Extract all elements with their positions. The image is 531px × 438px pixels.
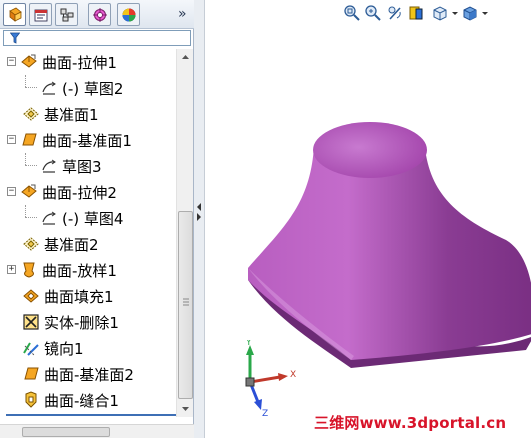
tree-item-surface-extrude-2[interactable]: − 曲面-拉伸2 [0, 179, 176, 205]
watermark-text: 三维网www.3dportal.cn [314, 414, 507, 432]
collapse-toggle[interactable]: − [7, 187, 16, 196]
tree-item-delete-body-1[interactable]: 实体-删除1 [0, 309, 176, 335]
scroll-down-arrow-icon[interactable] [177, 401, 194, 417]
surface-loft-icon [23, 262, 35, 278]
display-style-icon[interactable] [461, 4, 479, 22]
graphics-area[interactable]: Y X Z 三维网www.3dportal.cn [206, 0, 531, 438]
grip-icon [183, 298, 189, 306]
tree-item-sketch-4[interactable]: (-) 草图4 [0, 205, 176, 231]
tree-item-label: 曲面-基准面2 [44, 366, 134, 384]
tree-item-surface-loft-1[interactable]: + 曲面-放样1 [0, 257, 176, 283]
triad-z-label: Z [262, 409, 268, 419]
sketch-icon [42, 159, 56, 173]
tree-item-label: 曲面-拉伸2 [42, 184, 117, 202]
tree-item-label: 曲面-放样1 [42, 262, 117, 280]
triad-y-label: Y [245, 340, 252, 348]
collapse-panel-icon[interactable] [195, 200, 203, 224]
collapse-toggle[interactable]: − [7, 57, 16, 66]
tab-dimxpert-manager[interactable] [88, 3, 111, 26]
tree-item-label: 曲面-基准面1 [42, 132, 132, 150]
tree-item-plane-2[interactable]: 基准面2 [0, 231, 176, 257]
previous-view-icon[interactable] [386, 4, 404, 22]
view-orientation-icon[interactable] [431, 4, 449, 22]
dimxpert-manager-icon [92, 7, 107, 22]
feature-tree: − 曲面-拉伸1 (-) 草图2 基准面1 − 曲面-基准面1 草图3 − 曲面… [0, 49, 176, 417]
tree-item-label: 实体-删除1 [44, 314, 119, 332]
surface-fill-icon [23, 289, 39, 303]
display-manager-icon [122, 8, 135, 21]
axis-triad: Y X Z [245, 340, 296, 419]
property-manager-icon [34, 9, 47, 21]
tree-item-label: 曲面-拉伸1 [42, 54, 117, 72]
plane-icon [23, 107, 39, 121]
panel-divider [6, 414, 176, 416]
expand-toggle[interactable]: + [7, 265, 16, 274]
tree-item-label: (-) 草图2 [62, 80, 124, 98]
tree-item-mirror-1[interactable]: 镜向1 [0, 335, 176, 361]
tree-item-label: 曲面填充1 [44, 288, 114, 306]
mirror-icon [23, 342, 39, 356]
tab-overflow-button[interactable]: » [178, 6, 187, 22]
tree-item-sketch-2[interactable]: (-) 草图2 [0, 75, 176, 101]
zoom-to-area-icon[interactable] [364, 4, 382, 22]
tree-vertical-scrollbar[interactable] [176, 49, 193, 417]
tree-item-planar-surface-1[interactable]: − 曲面-基准面1 [0, 127, 176, 153]
tree-item-label: 镜向1 [44, 340, 84, 358]
chevron-down-icon[interactable] [480, 4, 490, 22]
tab-property-manager[interactable] [29, 3, 52, 26]
plane-icon [23, 237, 39, 251]
tree-item-sketch-3[interactable]: 草图3 [0, 153, 176, 179]
surface-extrude-icon [21, 54, 37, 68]
tab-display-manager[interactable] [117, 3, 140, 26]
tab-configuration-manager[interactable] [55, 3, 78, 26]
knit-surface-icon [25, 391, 37, 408]
zoom-to-fit-icon[interactable] [343, 4, 361, 22]
chevron-down-icon[interactable] [450, 4, 460, 22]
scroll-up-arrow-icon[interactable] [177, 49, 194, 65]
section-view-icon[interactable] [407, 4, 425, 22]
tree-horizontal-scrollbar[interactable] [0, 424, 194, 438]
scrollbar-thumb[interactable] [178, 211, 193, 399]
tree-item-label: 草图3 [62, 158, 102, 176]
triad-x-label: X [290, 370, 296, 380]
delete-body-icon [23, 314, 39, 330]
tree-filter-field[interactable] [3, 30, 191, 46]
tree-item-surface-extrude-1[interactable]: − 曲面-拉伸1 [0, 49, 176, 75]
tree-item-label: 基准面1 [44, 106, 99, 124]
panel-splitter[interactable] [194, 0, 205, 438]
collapse-toggle[interactable]: − [7, 135, 16, 144]
heads-up-view-toolbar [340, 2, 531, 24]
tree-item-planar-surface-2[interactable]: 曲面-基准面2 [0, 361, 176, 387]
tree-item-knit-surface-1[interactable]: 曲面-缝合1 [0, 387, 176, 413]
planar-surface-icon [22, 133, 37, 146]
sketch-icon [42, 81, 56, 95]
feature-manager-panel: » − 曲面-拉伸1 (-) 草图2 基准面1 − 曲面-基准面1 草图3 − … [0, 0, 194, 438]
sketch-icon [42, 211, 56, 225]
feature-manager-icon [8, 7, 22, 22]
planar-surface-icon [24, 367, 39, 380]
manager-tab-bar: » [0, 0, 194, 29]
tree-item-label: (-) 草图4 [62, 210, 124, 228]
tree-item-plane-1[interactable]: 基准面1 [0, 101, 176, 127]
surface-extrude-icon [21, 184, 37, 198]
tree-item-label: 基准面2 [44, 236, 99, 254]
configuration-manager-icon [60, 8, 73, 21]
tree-item-label: 曲面-缝合1 [44, 392, 119, 410]
horizontal-scrollbar-thumb[interactable] [22, 427, 110, 437]
tree-item-surface-fill-1[interactable]: 曲面填充1 [0, 283, 176, 309]
tab-feature-manager[interactable] [3, 3, 26, 26]
filter-icon [10, 32, 20, 44]
